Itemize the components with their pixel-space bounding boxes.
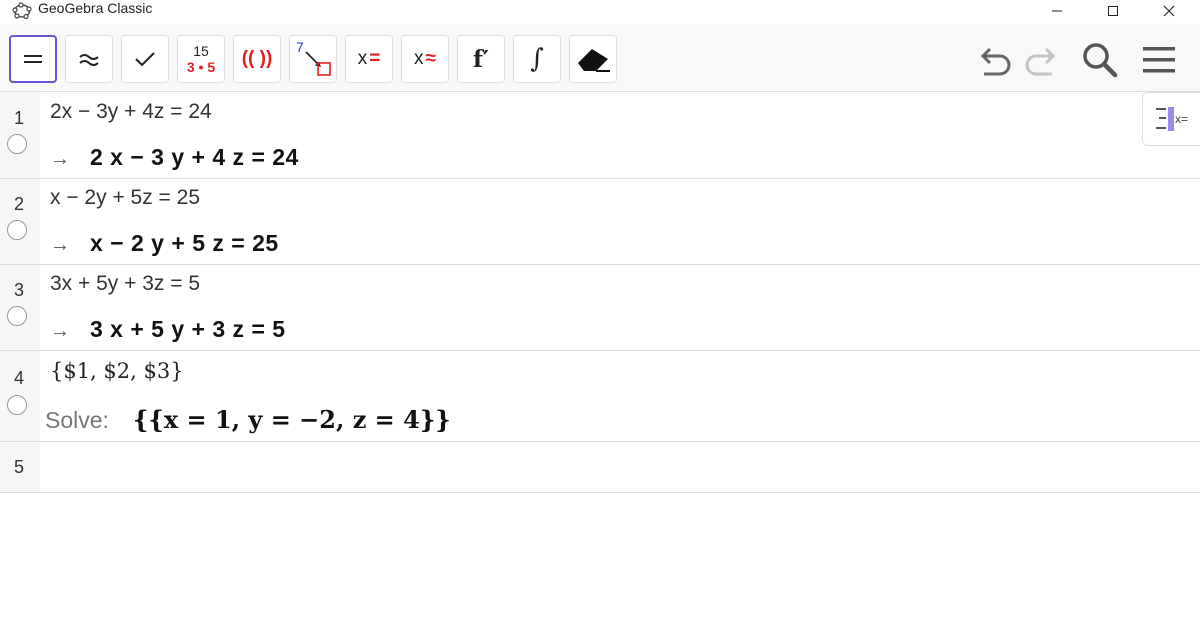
- nsolve-approx-label: ≈: [425, 48, 436, 69]
- solve-equals-label: =: [369, 48, 381, 69]
- close-icon: [1163, 5, 1175, 17]
- factor-tool-button[interactable]: 15 3 • 5: [177, 35, 225, 83]
- cas-row[interactable]: 5: [0, 442, 1200, 493]
- derivative-label: f′: [473, 45, 489, 73]
- solve-tool-button[interactable]: x =: [345, 35, 393, 83]
- numeric-tool-button[interactable]: [65, 35, 113, 83]
- window-title: GeoGebra Classic: [38, 0, 153, 16]
- solve-label: Solve:: [45, 407, 109, 433]
- factor-number-label: 15: [193, 43, 209, 59]
- derivative-tool-button[interactable]: f′: [457, 35, 505, 83]
- output-arrow-icon: →: [50, 320, 70, 342]
- cas-output: Solve: {{x = 1, y = −2, z = 4}}: [45, 405, 451, 434]
- output-arrow-icon: →: [50, 234, 70, 256]
- evaluate-tool-button[interactable]: [9, 35, 57, 83]
- expand-tool-button[interactable]: (( )): [233, 35, 281, 83]
- search-icon: [1083, 43, 1118, 78]
- undo-icon: [980, 47, 1011, 76]
- visibility-toggle[interactable]: [7, 134, 27, 154]
- nsolve-x-label: x: [414, 48, 424, 69]
- equals-icon: [24, 55, 42, 63]
- cas-input[interactable]: {$1, $2, $3}: [50, 359, 184, 383]
- redo-icon: [1025, 47, 1056, 76]
- minimize-button[interactable]: [1034, 0, 1080, 22]
- expand-parentheses-label: (( )): [241, 48, 273, 69]
- substitute-tool-button[interactable]: 7: [289, 35, 337, 83]
- redo-button[interactable]: [1020, 38, 1064, 82]
- output-result: {{x = 1, y = −2, z = 4}}: [133, 405, 451, 434]
- output-result: 2 x − 3 y + 4 z = 24: [90, 144, 299, 170]
- substitute-icon: [305, 51, 331, 76]
- checkmark-icon: [135, 52, 155, 67]
- cas-input[interactable]: x − 2y + 5z = 25: [50, 186, 200, 210]
- row-number: 1: [14, 108, 25, 128]
- solve-numerically-tool-button[interactable]: x ≈: [401, 35, 449, 83]
- cas-input[interactable]: [50, 452, 1130, 482]
- factor-product-label: 3 • 5: [186, 59, 216, 75]
- eraser-icon: [578, 49, 610, 72]
- row-number: 4: [14, 368, 25, 388]
- output-arrow-icon: →: [50, 148, 70, 170]
- minimize-icon: [1052, 10, 1062, 12]
- keep-input-tool-button[interactable]: [121, 35, 169, 83]
- cas-row[interactable]: 3 3x + 5y + 3z = 5 → 3 x + 5 y + 3 z = 5: [0, 265, 1200, 351]
- output-result: x − 2 y + 5 z = 25: [90, 230, 279, 256]
- geogebra-logo-icon: [12, 2, 32, 20]
- integral-tool-button[interactable]: ∫: [513, 35, 561, 83]
- cas-output: → x − 2 y + 5 z = 25: [50, 230, 279, 257]
- row-number: 2: [14, 194, 25, 214]
- undo-button[interactable]: [972, 38, 1016, 82]
- visibility-toggle[interactable]: [7, 220, 27, 240]
- cas-input[interactable]: 3x + 5y + 3z = 5: [50, 272, 200, 296]
- integral-label: ∫: [530, 44, 544, 74]
- visibility-toggle[interactable]: [7, 306, 27, 326]
- cas-row[interactable]: 4 {$1, $2, $3} Solve: {{x = 1, y = −2, z…: [0, 351, 1200, 442]
- maximize-button[interactable]: [1090, 0, 1136, 22]
- row-number: 5: [14, 457, 25, 477]
- hamburger-menu-icon: [1143, 47, 1175, 73]
- close-button[interactable]: [1146, 0, 1192, 22]
- cas-output: → 3 x + 5 y + 3 z = 5: [50, 316, 286, 343]
- search-button[interactable]: [1078, 38, 1122, 82]
- main-menu-button[interactable]: [1137, 38, 1181, 82]
- maximize-icon: [1108, 6, 1118, 16]
- cas-row[interactable]: 2 x − 2y + 5z = 25 → x − 2 y + 5 z = 25: [0, 179, 1200, 265]
- delete-tool-button[interactable]: [569, 35, 617, 83]
- cas-toolbar: 15 3 • 5 (( )) 7 x = x ≈ f′ ∫: [0, 24, 1200, 92]
- output-result: 3 x + 5 y + 3 z = 5: [90, 316, 286, 342]
- cas-input[interactable]: 2x − 3y + 4z = 24: [50, 100, 212, 124]
- cas-output: → 2 x − 3 y + 4 z = 24: [50, 144, 299, 171]
- row-number: 3: [14, 280, 25, 300]
- cas-row[interactable]: 1 2x − 3y + 4z = 24 → 2 x − 3 y + 4 z = …: [0, 92, 1200, 179]
- title-bar: GeoGebra Classic: [0, 0, 1200, 24]
- visibility-toggle[interactable]: [7, 395, 27, 415]
- solve-x-label: x: [357, 48, 368, 69]
- approx-icon: [79, 54, 99, 66]
